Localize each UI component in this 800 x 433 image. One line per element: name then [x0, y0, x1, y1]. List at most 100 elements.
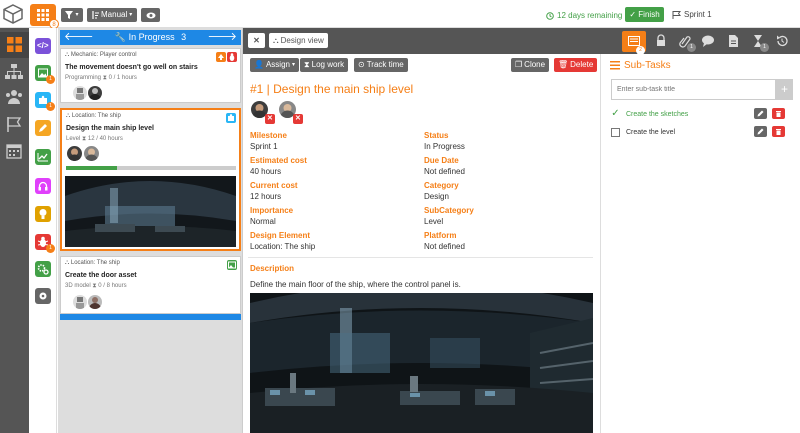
person-avatar-icon — [89, 297, 101, 309]
flag-icon — [7, 117, 22, 132]
category-bug[interactable]: 1 — [35, 234, 55, 253]
nav-milestones[interactable] — [5, 115, 23, 133]
category-gears[interactable] — [35, 261, 51, 277]
edit-subtask-button[interactable] — [754, 108, 767, 119]
category-box[interactable] — [35, 288, 51, 304]
category-audio[interactable] — [35, 178, 51, 194]
category-pencil[interactable] — [35, 120, 51, 136]
delete-button[interactable]: 🗑 Delete — [554, 58, 598, 72]
detail-tabs-bar: 2 1 1 — [600, 28, 800, 55]
tab-comments[interactable] — [701, 34, 715, 48]
avatar — [73, 295, 87, 309]
delete-subtask-button[interactable] — [772, 108, 785, 119]
bug-tag-button[interactable] — [227, 52, 237, 62]
image-icon — [228, 261, 236, 269]
check-icon: ✓ — [629, 10, 637, 19]
category-code[interactable]: </> — [35, 38, 51, 54]
remove-assignee-button[interactable]: ✕ — [265, 114, 275, 124]
log-work-label: Log work — [311, 60, 345, 69]
grid-icon — [7, 37, 22, 52]
task-card-subtitle: Programming ⧗ 0 / 1 hours — [65, 75, 137, 81]
category-image[interactable]: 1 — [35, 65, 55, 84]
subtask-label: Create the level — [626, 128, 676, 136]
nav-hierarchy[interactable] — [5, 63, 23, 81]
calendar-icon — [6, 144, 22, 159]
delete-label: Delete — [570, 60, 594, 69]
tab-attachments[interactable]: 1 — [678, 34, 696, 52]
description-section: Description — [250, 264, 294, 275]
puzzle-icon — [228, 114, 234, 121]
field-design-element: Design Element Location: The ship — [250, 231, 316, 251]
category-sidebar: </> 1 1 1 — [29, 28, 57, 433]
tab-history[interactable] — [775, 34, 789, 48]
divider — [248, 257, 593, 258]
close-icon: ✕ — [253, 36, 260, 45]
nav-board[interactable] — [0, 32, 29, 58]
edit-subtask-button[interactable] — [754, 126, 767, 137]
subtask-checkbox-checked[interactable]: ✓ — [611, 108, 620, 119]
filter-dropdown-button[interactable]: ▾ — [61, 8, 83, 22]
remove-assignee-button[interactable]: ✕ — [293, 114, 303, 124]
copy-icon: ❐ — [515, 60, 523, 69]
subtask-title-input[interactable] — [611, 79, 776, 100]
play-circle-icon: ⊙ — [358, 60, 365, 69]
column-footer-bar — [60, 314, 241, 320]
team-icon — [6, 90, 22, 104]
task-thumbnail-image — [65, 176, 236, 247]
chart-icon — [37, 153, 48, 162]
wrench-icon: 🔧 — [114, 32, 127, 42]
caret-down-icon: ▾ — [129, 12, 133, 18]
manual-sort-label: Manual — [101, 10, 128, 19]
field-current-cost: Current cost 12 hours — [250, 181, 298, 201]
field-category: Category Design — [424, 181, 459, 201]
tab-subtasks[interactable]: 2 — [622, 31, 646, 55]
category-idea[interactable] — [35, 206, 51, 222]
track-time-label: Track time — [366, 60, 404, 69]
delete-subtask-button[interactable] — [772, 126, 785, 137]
task-detail-panel: ✕ ⛬ Design view 👤 Assign ▾ ⧗ Log work ⊙ … — [243, 28, 600, 433]
close-detail-button[interactable]: ✕ — [248, 33, 265, 48]
nav-team[interactable] — [5, 88, 23, 106]
finish-sprint-button[interactable]: ✓ Finish — [625, 7, 664, 22]
hierarchy-icon: ⛬ — [66, 113, 71, 119]
clone-button[interactable]: ❐ Clone — [511, 58, 550, 72]
category-puzzle[interactable]: 1 — [35, 92, 55, 111]
subtasks-header: Sub-Tasks — [610, 60, 671, 71]
nav-calendar[interactable] — [5, 142, 23, 160]
task-card-meta: ⛬ Mechanic: Player control — [65, 52, 137, 58]
arrow-right-icon[interactable]: 🡒 — [208, 30, 238, 45]
tab-time-log[interactable]: 1 — [751, 34, 769, 52]
apps-grid-button[interactable]: 8 — [30, 4, 59, 29]
robot-avatar-icon — [76, 88, 84, 100]
task-card-meta: ⛬ Location: The ship — [65, 260, 120, 266]
arrow-up-icon — [218, 54, 224, 60]
arrow-left-icon[interactable]: 🡐 — [64, 30, 94, 45]
sprint-label: Sprint 1 — [684, 10, 712, 19]
field-status: Status In Progress — [424, 131, 465, 151]
field-importance: Importance Normal — [250, 206, 294, 226]
cube-logo-icon[interactable] — [2, 3, 24, 25]
trash-icon: 🗑 — [558, 60, 569, 69]
manual-sort-dropdown[interactable]: Manual ▾ — [87, 8, 137, 22]
tab-documents[interactable] — [726, 34, 740, 48]
puzzle-tag-button[interactable] — [226, 113, 236, 123]
design-view-label: Design view — [280, 36, 324, 45]
log-work-button[interactable]: ⧗ Log work — [300, 58, 349, 72]
category-chart[interactable] — [35, 149, 51, 165]
sprint-selector[interactable]: Sprint 1 — [672, 10, 712, 19]
visibility-toggle-button[interactable] — [141, 8, 160, 22]
assign-dropdown-button[interactable]: 👤 Assign ▾ — [250, 58, 299, 72]
design-view-button[interactable]: ⛬ Design view — [269, 33, 328, 48]
add-subtask-button[interactable]: + — [776, 79, 793, 100]
tab-lock[interactable] — [654, 34, 668, 48]
tab-badge: 1 — [687, 43, 696, 52]
image-tag-button[interactable] — [227, 260, 237, 270]
track-time-button[interactable]: ⊙ Track time — [354, 58, 408, 72]
hierarchy-icon: ⛬ — [273, 36, 279, 45]
subtask-checkbox[interactable] — [611, 127, 620, 137]
task-card[interactable]: ⛬ Location: The ship Create the door ass… — [60, 256, 241, 314]
priority-up-button[interactable] — [216, 52, 226, 62]
task-card-selected[interactable]: ⛬ Location: The ship Design the main shi… — [60, 108, 241, 251]
task-card[interactable]: ⛬ Mechanic: Player control The movement … — [60, 48, 241, 103]
hierarchy-icon: ⛬ — [65, 260, 70, 266]
